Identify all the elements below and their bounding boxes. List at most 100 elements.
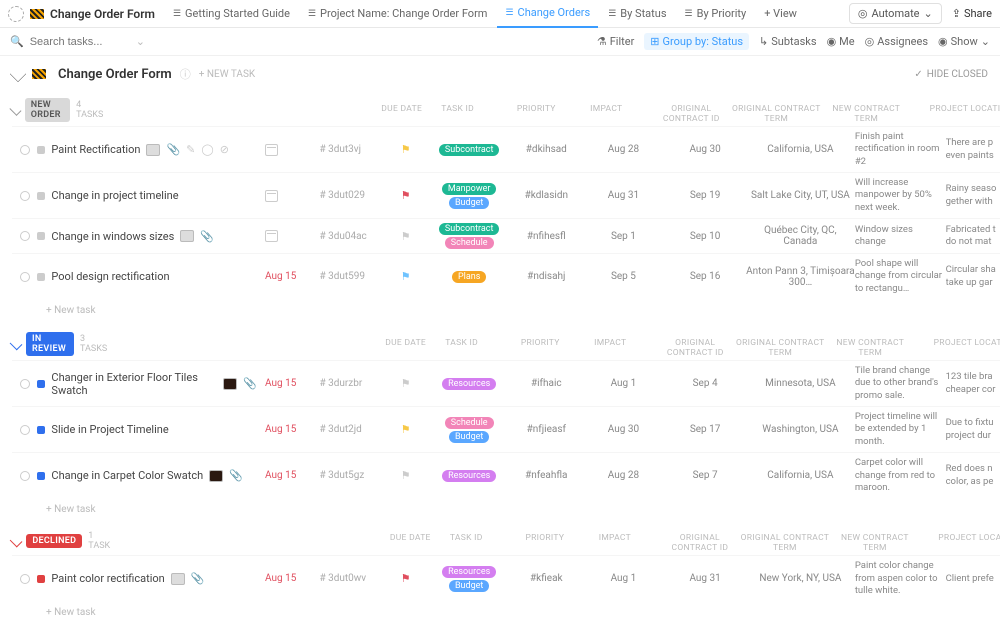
impact-tag[interactable]: Budget: [449, 197, 489, 209]
task-row[interactable]: Change in Carpet Color Swatch📎Aug 15# 3d…: [12, 452, 1000, 498]
impact-cell[interactable]: Subcontract Schedule: [428, 223, 510, 249]
priority-cell[interactable]: ⚑: [383, 189, 428, 202]
subtasks-button[interactable]: ↳Subtasks: [759, 35, 817, 48]
checkbox[interactable]: [20, 425, 30, 435]
add-view-button[interactable]: + View: [756, 0, 805, 28]
status-square[interactable]: [37, 380, 45, 388]
thumbnail-icon[interactable]: [180, 230, 194, 242]
assignees-button[interactable]: ◎Assignees: [865, 35, 928, 48]
status-square[interactable]: [37, 146, 45, 154]
due-date[interactable]: [265, 144, 319, 156]
checkbox[interactable]: [20, 379, 30, 389]
task-row[interactable]: Slide in Project TimelineAug 15# 3dut2jd…: [12, 406, 1000, 452]
task-row[interactable]: Paint Rectification📎✎◯⊘# 3dut3vj⚑Subcont…: [12, 126, 1000, 172]
tab-change-orders[interactable]: ☰Change Orders: [497, 0, 598, 28]
status-square[interactable]: [37, 575, 45, 583]
group-header[interactable]: NEW ORDER4 TASKS: [12, 94, 103, 126]
impact-tag[interactable]: Resources: [442, 378, 496, 390]
status-pill[interactable]: NEW ORDER: [25, 98, 70, 122]
attachment-icon[interactable]: 📎: [191, 572, 205, 585]
automate-button[interactable]: ◎ Automate ⌄: [849, 3, 942, 24]
group-by-button[interactable]: ⊞Group by: Status: [644, 33, 749, 50]
tab-getting-started-guide[interactable]: ☰Getting Started Guide: [165, 0, 298, 28]
thumbnail-icon[interactable]: [171, 573, 185, 585]
status-square[interactable]: [37, 192, 45, 200]
impact-tag[interactable]: Schedule: [445, 417, 494, 429]
impact-cell[interactable]: ResourcesBudget: [428, 566, 510, 592]
impact-tag[interactable]: Manpower: [442, 183, 497, 195]
priority-cell[interactable]: ⚑: [383, 270, 428, 283]
due-date[interactable]: Aug 15: [265, 378, 319, 389]
status-square[interactable]: [37, 273, 45, 281]
task-row[interactable]: Change in windows sizes📎# 3du04ac⚑Subcon…: [12, 218, 1000, 253]
collapse-icon[interactable]: [10, 535, 23, 548]
impact-tag[interactable]: Subcontract: [439, 144, 500, 156]
impact-tag[interactable]: Schedule: [445, 237, 494, 249]
action-icon[interactable]: ✎: [186, 143, 195, 156]
checkbox[interactable]: [20, 191, 30, 201]
app-logo-icon[interactable]: [8, 6, 24, 22]
collapse-icon[interactable]: [10, 338, 23, 351]
due-date[interactable]: [265, 190, 319, 202]
share-button[interactable]: ⇪ Share: [952, 7, 992, 20]
due-date[interactable]: Aug 15: [265, 271, 319, 282]
priority-cell[interactable]: ⚑: [383, 230, 428, 243]
impact-cell[interactable]: Subcontract: [428, 144, 510, 156]
search-input[interactable]: [30, 36, 110, 48]
task-row[interactable]: Change in project timeline# 3dut029⚑Manp…: [12, 172, 1000, 218]
group-header[interactable]: IN REVIEW3 TASKS: [12, 328, 107, 360]
search-box[interactable]: 🔍 ⌄: [10, 35, 145, 48]
tab-project-name-change-order-form[interactable]: ☰Project Name: Change Order Form: [300, 0, 495, 28]
thumbnail-icon[interactable]: [209, 470, 223, 482]
due-date[interactable]: Aug 15: [265, 573, 319, 584]
new-task-row[interactable]: + New task: [12, 601, 1000, 624]
impact-tag[interactable]: Resources: [442, 470, 496, 482]
impact-tag[interactable]: Plans: [452, 271, 486, 283]
status-pill[interactable]: DECLINED: [26, 534, 82, 548]
checkbox[interactable]: [20, 574, 30, 584]
filter-button[interactable]: ⚗Filter: [597, 35, 634, 48]
show-button[interactable]: ◉Show⌄: [938, 35, 990, 48]
status-pill[interactable]: IN REVIEW: [26, 332, 74, 356]
impact-tag[interactable]: Subcontract: [439, 223, 500, 235]
attachment-icon[interactable]: 📎: [200, 230, 214, 243]
impact-tag[interactable]: Budget: [449, 431, 489, 443]
checkbox[interactable]: [20, 272, 30, 282]
group-header[interactable]: DECLINED1 TASK: [12, 527, 112, 555]
priority-cell[interactable]: ⚑: [383, 377, 428, 390]
status-square[interactable]: [37, 472, 45, 480]
attachment-icon[interactable]: 📎: [243, 377, 257, 390]
action-icon[interactable]: ⊘: [220, 143, 229, 156]
priority-cell[interactable]: ⚑: [383, 572, 428, 585]
attachment-icon[interactable]: 📎: [166, 143, 180, 156]
chevron-down-icon[interactable]: ⌄: [136, 35, 145, 48]
collapse-toggle[interactable]: [10, 66, 27, 83]
priority-cell[interactable]: ⚑: [383, 143, 428, 156]
due-date[interactable]: Aug 15: [265, 424, 319, 435]
thumbnail-icon[interactable]: [223, 378, 237, 390]
impact-cell[interactable]: Resources: [428, 470, 510, 482]
due-date[interactable]: [265, 230, 319, 242]
impact-cell[interactable]: Schedule Budget: [428, 417, 510, 443]
checkbox[interactable]: [20, 145, 30, 155]
task-row[interactable]: Paint color rectification📎Aug 15# 3dut0w…: [12, 555, 1000, 601]
task-row[interactable]: Changer in Exterior Floor Tiles Swatch📎A…: [12, 360, 1000, 406]
status-square[interactable]: [37, 232, 45, 240]
tab-by-status[interactable]: ☰By Status: [600, 0, 674, 28]
collapse-icon[interactable]: [9, 104, 21, 116]
checkbox[interactable]: [20, 471, 30, 481]
tab-by-priority[interactable]: ☰By Priority: [677, 0, 755, 28]
new-task-row[interactable]: + New task: [12, 299, 1000, 322]
thumbnail-icon[interactable]: [146, 144, 160, 156]
new-task-row[interactable]: + New task: [12, 498, 1000, 521]
info-icon[interactable]: ⓘ: [180, 66, 191, 82]
new-task-button[interactable]: + NEW TASK: [199, 69, 255, 80]
priority-cell[interactable]: ⚑: [383, 423, 428, 436]
hide-closed-toggle[interactable]: ✓HIDE CLOSED: [914, 69, 988, 80]
impact-cell[interactable]: Plans: [428, 271, 510, 283]
task-row[interactable]: Pool design rectificationAug 15# 3dut599…: [12, 253, 1000, 299]
impact-tag[interactable]: Resources: [442, 566, 496, 578]
due-date[interactable]: Aug 15: [265, 470, 319, 481]
action-icon[interactable]: ◯: [201, 143, 213, 156]
checkbox[interactable]: [20, 231, 30, 241]
